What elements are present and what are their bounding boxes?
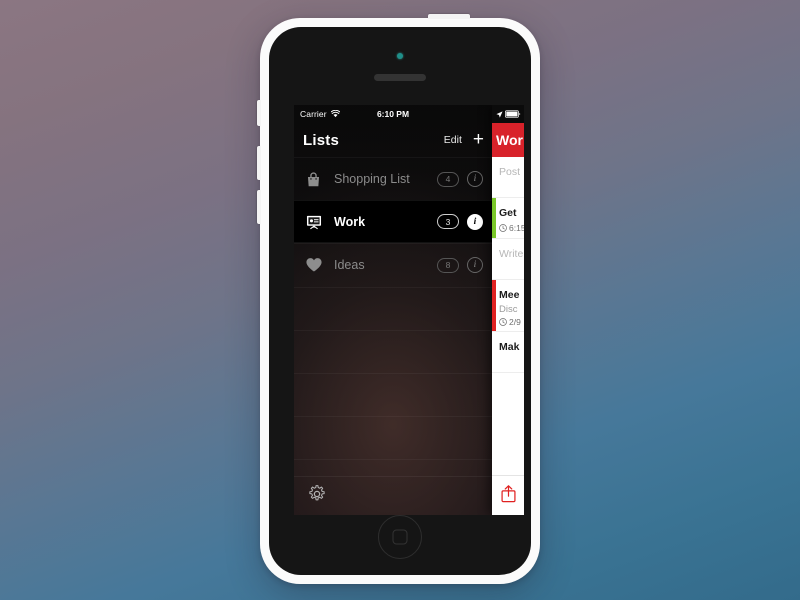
info-glyph: i bbox=[473, 260, 477, 270]
sidebar-title-bar: Lists Edit + bbox=[294, 123, 492, 157]
home-button[interactable] bbox=[378, 515, 422, 559]
info-button[interactable]: i bbox=[467, 257, 483, 273]
page-title: Lists bbox=[303, 131, 340, 149]
gear-icon[interactable] bbox=[307, 484, 327, 509]
add-list-button[interactable]: + bbox=[473, 130, 484, 149]
task-detail-panel: Wor Post Get 6:15 Write Mee Disc 2/9 Mak bbox=[492, 105, 524, 515]
heart-icon bbox=[304, 256, 323, 275]
task-row[interactable]: Write bbox=[492, 239, 524, 280]
task-panel-header: Wor bbox=[492, 123, 524, 157]
sidebar-item-label: Shopping List bbox=[334, 172, 410, 186]
task-title: Get bbox=[499, 207, 517, 219]
front-camera-icon bbox=[397, 53, 403, 59]
task-title: Write bbox=[499, 248, 524, 260]
task-status-bar bbox=[492, 105, 524, 123]
task-row[interactable]: Mee Disc 2/9 bbox=[492, 280, 524, 332]
wallpaper-canvas: Carrier 6:10 PM Lists Edit + Shopping Li… bbox=[0, 0, 800, 600]
task-meta-text: 2/9 bbox=[509, 317, 521, 327]
presentation-board-icon bbox=[304, 212, 323, 231]
volume-down-button[interactable] bbox=[257, 190, 261, 224]
task-title: Post bbox=[499, 166, 521, 178]
sidebar-empty-area bbox=[294, 287, 492, 476]
wifi-icon bbox=[330, 110, 340, 118]
task-accent-bar bbox=[492, 280, 496, 331]
sidebar-toolbar bbox=[294, 476, 492, 515]
location-arrow-icon bbox=[496, 110, 503, 118]
task-row[interactable]: Get 6:15 bbox=[492, 198, 524, 239]
sidebar-item-work[interactable]: Work 3 i bbox=[294, 200, 492, 243]
edit-button[interactable]: Edit bbox=[444, 134, 462, 146]
carrier-label: Carrier bbox=[300, 109, 327, 119]
info-glyph: i bbox=[473, 216, 477, 227]
sidebar-item-label: Work bbox=[334, 214, 366, 229]
info-button[interactable]: i bbox=[467, 213, 483, 230]
info-button[interactable]: i bbox=[467, 171, 483, 187]
phone-screen: Carrier 6:10 PM Lists Edit + Shopping Li… bbox=[294, 105, 524, 515]
info-glyph: i bbox=[473, 174, 477, 184]
share-export-icon[interactable] bbox=[500, 484, 517, 508]
task-accent-bar bbox=[492, 198, 496, 238]
task-panel-title: Wor bbox=[496, 132, 523, 148]
mute-switch[interactable] bbox=[257, 100, 261, 126]
power-button[interactable] bbox=[428, 14, 470, 19]
sidebar-item-shopping-list[interactable]: Shopping List 4 i bbox=[294, 157, 492, 200]
lists-sidebar: Carrier 6:10 PM Lists Edit + Shopping Li… bbox=[294, 105, 492, 515]
list-count-badge: 3 bbox=[437, 214, 459, 229]
battery-full-icon bbox=[505, 110, 521, 118]
earpiece-speaker bbox=[374, 74, 426, 81]
task-title: Mee bbox=[499, 289, 520, 301]
task-meta: 2/9 bbox=[499, 317, 524, 327]
task-row[interactable]: Post bbox=[492, 157, 524, 198]
phone-bezel: Carrier 6:10 PM Lists Edit + Shopping Li… bbox=[269, 27, 531, 575]
status-bar: Carrier 6:10 PM bbox=[294, 105, 492, 123]
list-count-badge: 4 bbox=[437, 171, 459, 187]
task-meta-text: 6:15 bbox=[509, 223, 524, 233]
clock-icon bbox=[499, 224, 507, 232]
clock-icon bbox=[499, 318, 507, 326]
task-row[interactable]: Mak bbox=[492, 332, 524, 373]
home-button-square bbox=[392, 529, 408, 545]
task-subtitle: Disc bbox=[499, 304, 518, 315]
sidebar-item-label: Ideas bbox=[334, 258, 365, 272]
volume-up-button[interactable] bbox=[257, 146, 261, 180]
task-title: Mak bbox=[499, 341, 520, 353]
phone-device: Carrier 6:10 PM Lists Edit + Shopping Li… bbox=[257, 14, 540, 584]
sidebar-item-ideas[interactable]: Ideas 8 i bbox=[294, 243, 492, 286]
list-count-badge: 8 bbox=[437, 257, 459, 273]
task-meta: 6:15 bbox=[499, 223, 524, 233]
shopping-bag-icon bbox=[304, 170, 323, 189]
task-panel-toolbar bbox=[492, 475, 524, 515]
